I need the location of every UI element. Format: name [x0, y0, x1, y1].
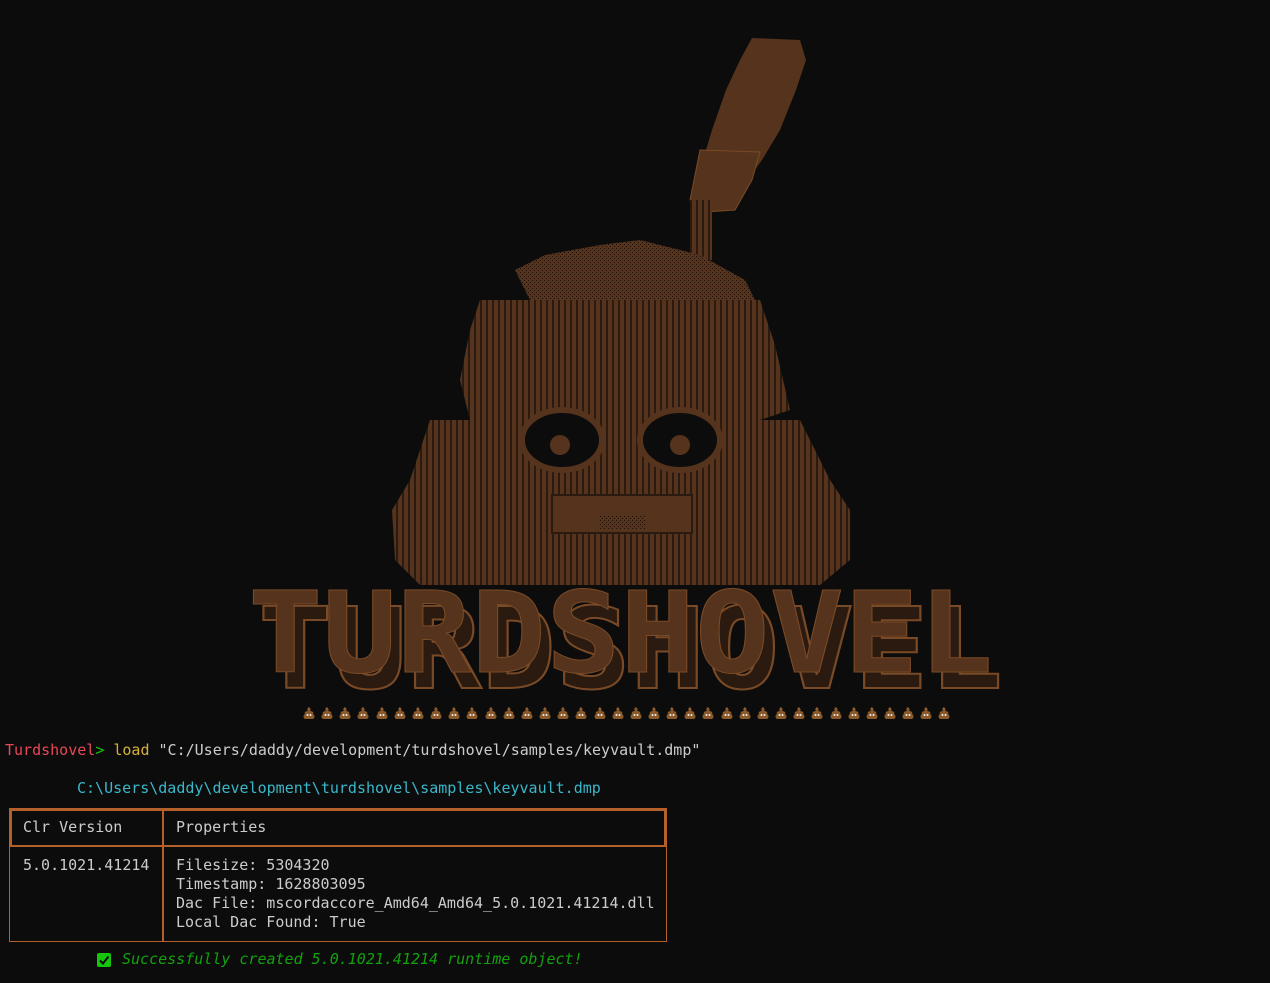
pile-of-poo-icon — [630, 707, 642, 719]
header-clr-version: Clr Version — [23, 818, 123, 836]
pile-of-poo-icon — [884, 707, 896, 719]
pile-of-poo-icon — [521, 707, 533, 719]
command-prompt-line[interactable]: Turdshovel> load "C:/Users/daddy/develop… — [5, 741, 700, 760]
loaded-dump-path: C:\Users\daddy\development\turdshovel\sa… — [77, 779, 601, 797]
pile-of-poo-icon — [357, 707, 369, 719]
pile-of-poo-icon — [466, 707, 478, 719]
property-local-dac-found: Local Dac Found: True — [176, 913, 366, 931]
turdshovel-logo-text: TURDSHOVEL TURDSHOVEL — [248, 569, 1005, 717]
pile-of-poo-icon — [412, 707, 424, 719]
pile-of-poo-icon — [811, 707, 823, 719]
pile-of-poo-icon — [848, 707, 860, 719]
property-dac-file: Dac File: mscordaccore_Amd64_Amd64_5.0.1… — [176, 894, 655, 912]
pile-of-poo-icon — [612, 707, 624, 719]
pile-of-poo-icon — [485, 707, 497, 719]
pile-of-poo-icon — [757, 707, 769, 719]
poo-emoji-row — [302, 706, 952, 724]
command-keyword: load — [113, 741, 150, 759]
table-column-divider — [162, 809, 164, 941]
pile-of-poo-icon — [394, 707, 406, 719]
shovel-icon — [689, 38, 806, 260]
pile-of-poo-icon — [775, 707, 787, 719]
pile-of-poo-icon — [739, 707, 751, 719]
pile-of-poo-icon — [539, 707, 551, 719]
pile-of-poo-icon — [684, 707, 696, 719]
pile-of-poo-icon — [793, 707, 805, 719]
pile-of-poo-icon — [866, 707, 878, 719]
pile-of-poo-icon — [321, 707, 333, 719]
pile-of-poo-icon — [376, 707, 388, 719]
pile-of-poo-icon — [594, 707, 605, 719]
property-filesize: Filesize: 5304320 — [176, 856, 330, 874]
header-properties: Properties — [176, 818, 267, 836]
poo-mascot-icon — [392, 240, 850, 585]
pile-of-poo-icon — [830, 707, 842, 719]
pile-of-poo-icon — [648, 707, 660, 719]
property-timestamp: Timestamp: 1628803095 — [176, 875, 366, 893]
pile-of-poo-icon — [557, 707, 569, 719]
pile-of-poo-icon — [938, 707, 950, 719]
check-mark-icon — [97, 952, 111, 967]
success-message: Successfully created 5.0.1021.41214 runt… — [122, 950, 583, 968]
pile-of-poo-icon — [503, 707, 515, 719]
pile-of-poo-icon — [430, 707, 442, 719]
pile-of-poo-icon — [920, 707, 932, 719]
success-status-line: Successfully created 5.0.1021.41214 runt… — [97, 950, 583, 969]
pile-of-poo-icon — [575, 707, 587, 719]
cell-properties: Filesize: 5304320 Timestamp: 1628803095 Da… — [176, 856, 655, 932]
runtime-info-table: Clr Version Properties 5.0.1021.41214 Fi… — [9, 808, 667, 942]
pile-of-poo-icon — [721, 707, 733, 719]
pile-of-poo-icon — [702, 707, 714, 719]
pile-of-poo-icon — [666, 707, 678, 719]
prompt-name: Turdshovel — [5, 741, 96, 759]
cell-clr-version: 5.0.1021.41214 — [23, 856, 150, 874]
command-argument: "C:/Users/daddy/development/turdshovel/s… — [149, 741, 701, 759]
turdshovel-banner-art: TURDSHOVEL TURDSHOVEL — [248, 38, 1005, 717]
prompt-symbol: > — [95, 741, 114, 759]
pile-of-poo-icon — [448, 707, 460, 719]
pile-of-poo-icon — [339, 707, 351, 719]
svg-text:TURDSHOVEL: TURDSHOVEL — [248, 569, 993, 699]
terminal-window: TURDSHOVEL TURDSHOVEL Turdshovel> load "… — [0, 0, 1270, 983]
pile-of-poo-icon — [303, 707, 315, 719]
pile-of-poo-icon — [902, 707, 914, 719]
